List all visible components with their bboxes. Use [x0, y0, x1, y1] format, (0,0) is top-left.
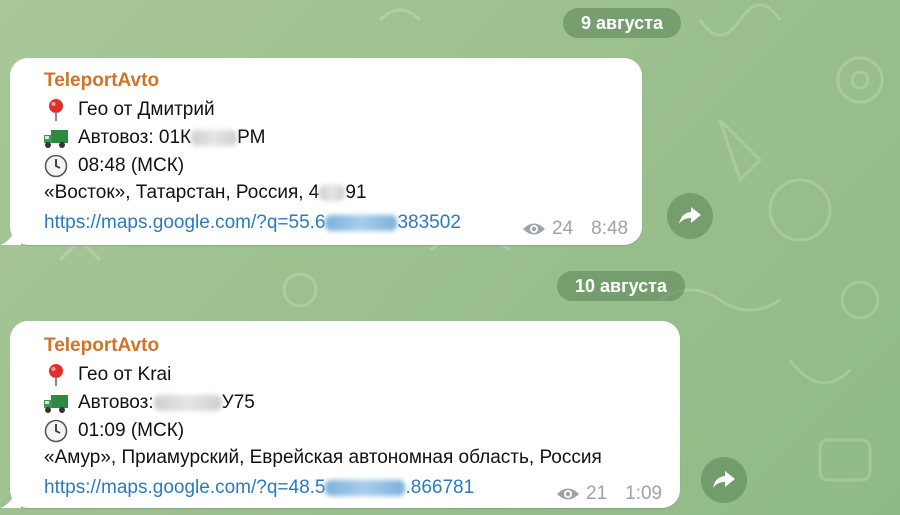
bubble-tail [1, 227, 21, 245]
maps-link-end[interactable]: .866781 [405, 477, 474, 498]
address-text: «Амур», Приамурский, Еврейская автономна… [44, 447, 602, 468]
share-button[interactable] [667, 193, 713, 239]
delivery-truck-icon [44, 395, 68, 413]
geo-line: Гео от Дмитрий [44, 98, 215, 122]
message-meta: 24 8:48 [522, 218, 628, 240]
delivery-truck-icon [44, 130, 68, 148]
maps-link-start[interactable]: https://maps.google.com/?q=55.6 [44, 212, 325, 233]
clock-icon [44, 419, 68, 443]
message-time: 8:48 [591, 218, 629, 239]
round-pushpin-icon [49, 364, 63, 386]
time-text: 08:48 (МСК) [78, 155, 185, 176]
forward-share-icon [713, 471, 735, 488]
time-line: 01:09 (МСК) [44, 419, 184, 443]
message-bubble[interactable]: TeleportAvto Гео от Дмитрий Автовоз: 01К… [1, 58, 642, 245]
round-pushpin-icon [49, 99, 63, 121]
redacted-coords [325, 479, 406, 496]
truck-text-start: Автовоз: [78, 392, 154, 413]
redacted-plate [191, 130, 238, 146]
view-count: 21 [586, 483, 608, 504]
eye-icon [557, 488, 579, 500]
share-button[interactable] [701, 457, 747, 503]
truck-text-end: У75 [221, 392, 255, 413]
address-text-start: «Восток», Татарстан, Россия, 4 [44, 182, 320, 203]
message-time: 1:09 [625, 483, 663, 504]
message-meta: 21 1:09 [556, 483, 662, 505]
date-separator: 9 августа [563, 8, 681, 38]
redacted-coords [325, 214, 398, 231]
address-line: «Восток», Татарстан, Россия, 4 91 [44, 182, 367, 204]
geo-text: Гео от Дмитрий [78, 99, 215, 120]
maps-link[interactable]: https://maps.google.com/?q=48.5 .866781 [44, 477, 474, 499]
truck-text-end: РМ [237, 127, 266, 148]
truck-text-start: Автовоз: 01К [78, 127, 192, 148]
truck-line: Автовоз: У75 [44, 391, 255, 415]
message-sender[interactable]: TeleportAvto [44, 70, 159, 92]
forward-share-icon [679, 207, 701, 224]
view-count: 24 [552, 218, 574, 239]
maps-link-start[interactable]: https://maps.google.com/?q=48.5 [44, 477, 325, 498]
eye-icon [523, 223, 545, 235]
redacted-plate [153, 395, 222, 411]
time-line: 08:48 (МСК) [44, 154, 184, 178]
message-bubble[interactable]: TeleportAvto Гео от Krai Автовоз: У75 01… [1, 321, 680, 508]
address-line: «Амур», Приамурский, Еврейская автономна… [44, 447, 602, 469]
message-sender[interactable]: TeleportAvto [44, 335, 159, 357]
clock-icon [44, 154, 68, 178]
time-text: 01:09 (МСК) [78, 420, 185, 441]
truck-line: Автовоз: 01К РМ [44, 126, 265, 150]
maps-link-end[interactable]: 383502 [397, 212, 460, 233]
address-text-end: 91 [345, 182, 367, 203]
geo-line: Гео от Krai [44, 363, 171, 387]
geo-text: Гео от Krai [78, 364, 172, 385]
maps-link[interactable]: https://maps.google.com/?q=55.6 383502 [44, 212, 461, 234]
date-separator: 10 августа [557, 271, 685, 301]
redacted-zip [319, 185, 346, 201]
bubble-tail [1, 490, 21, 508]
